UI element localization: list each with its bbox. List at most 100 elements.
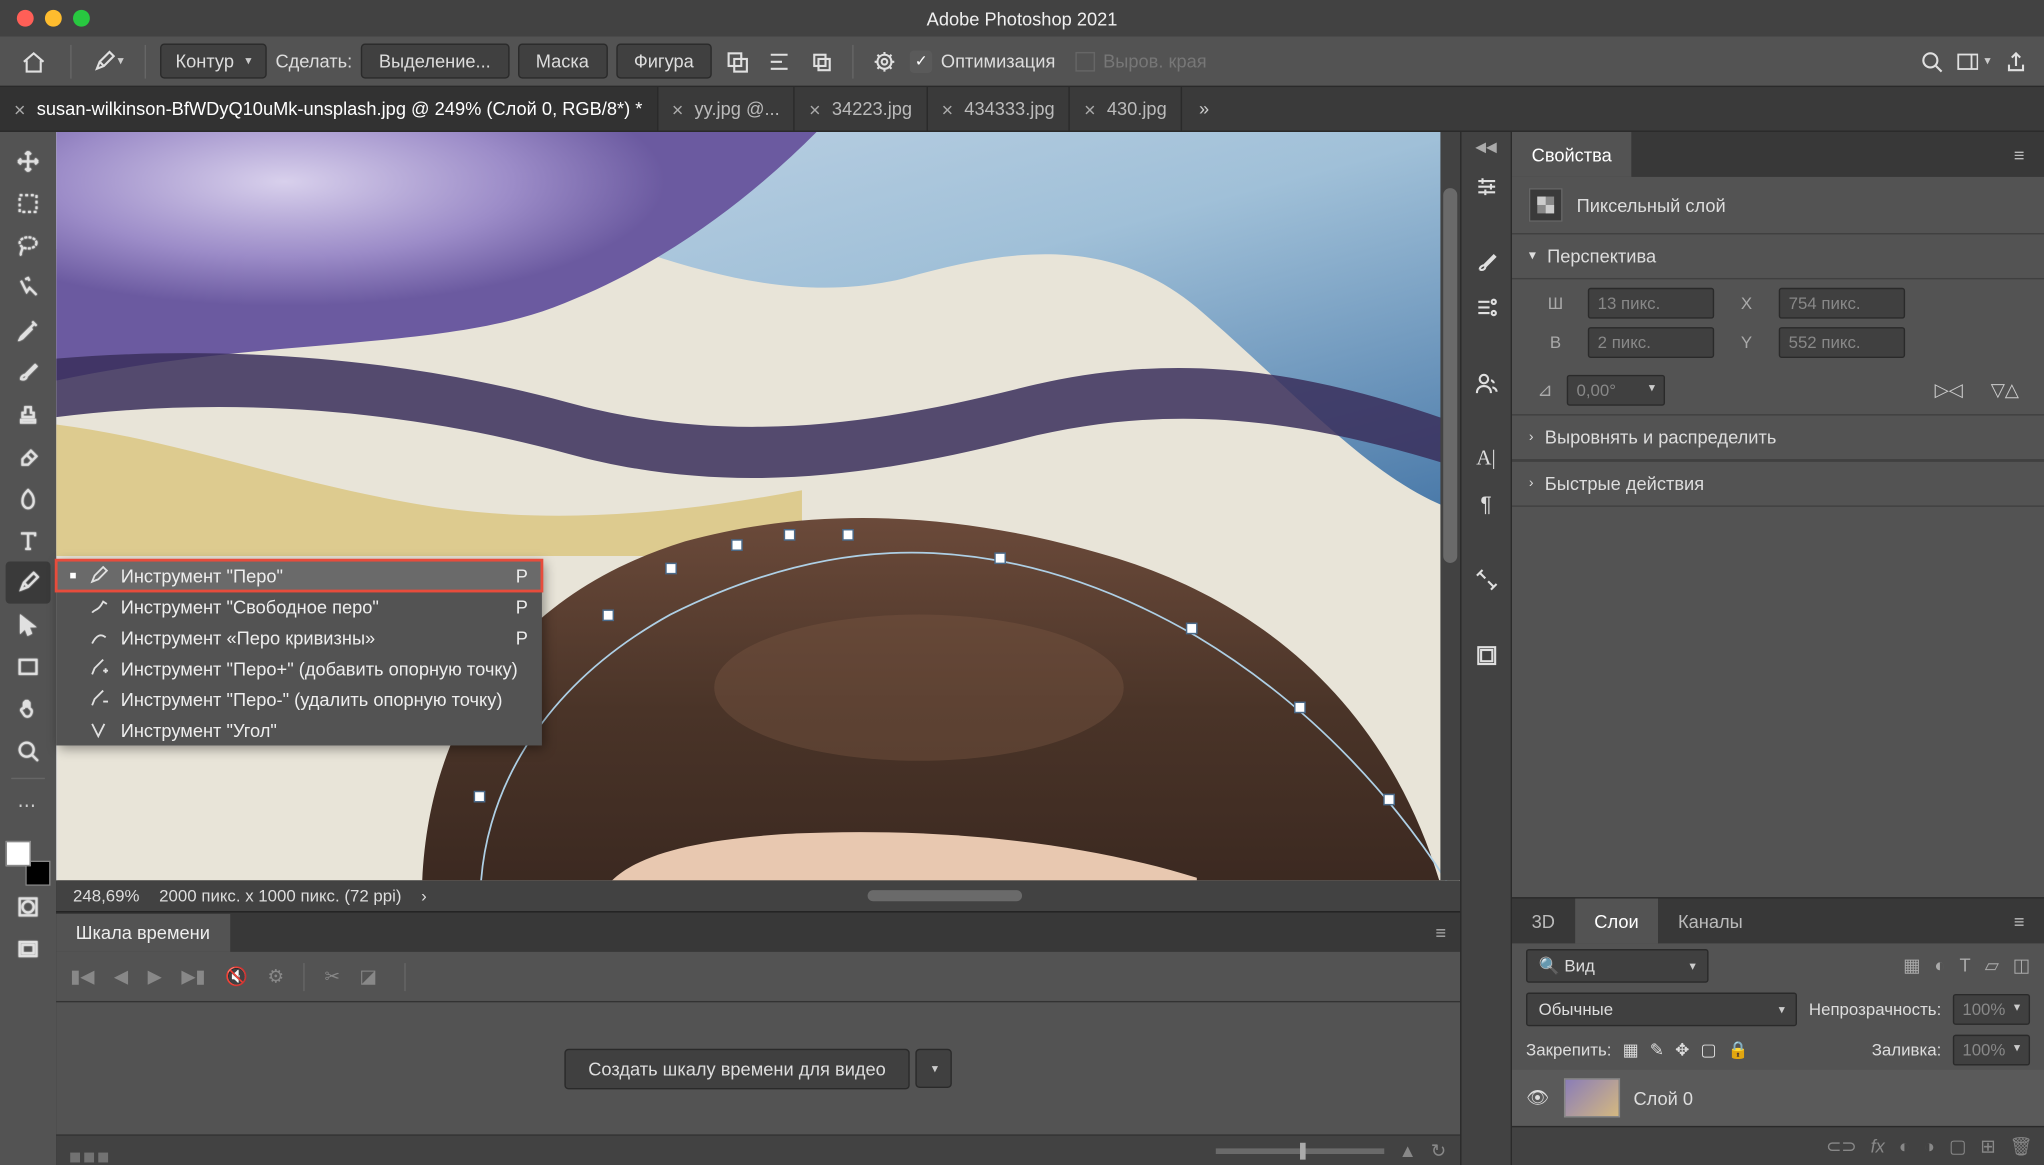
link-layers-icon[interactable]: ⊂⊃ xyxy=(1826,1135,1857,1157)
lock-pixels-icon[interactable]: ▦ xyxy=(1623,1040,1639,1060)
filter-smart-icon[interactable]: ◫ xyxy=(2013,955,2030,977)
workspace-icon[interactable]: ▾ xyxy=(1957,44,1991,78)
character-icon[interactable]: A| xyxy=(1466,439,1505,478)
optimize-checkbox[interactable]: ✓ xyxy=(910,50,932,72)
y-field[interactable]: 552 пикс. xyxy=(1779,327,1905,358)
selection-button[interactable]: Выделение... xyxy=(361,44,509,79)
paragraph-icon[interactable]: ¶ xyxy=(1466,484,1505,523)
stamp-tool[interactable] xyxy=(6,393,51,435)
group-icon[interactable]: ▢ xyxy=(1949,1135,1966,1157)
height-field[interactable]: 2 пикс. xyxy=(1588,327,1714,358)
blend-mode-dropdown[interactable]: Обычные▾ xyxy=(1526,993,1798,1027)
collapse-icon[interactable]: ◀◀ xyxy=(1473,140,1498,155)
close-icon[interactable]: × xyxy=(14,98,25,120)
play-icon[interactable]: ▶ xyxy=(148,965,162,987)
lasso-tool[interactable] xyxy=(6,225,51,267)
maximize-window-icon[interactable] xyxy=(73,10,90,27)
mask-button[interactable]: Маска xyxy=(517,44,607,79)
audio-icon[interactable]: 🔇 xyxy=(225,965,248,987)
home-icon[interactable] xyxy=(11,41,56,80)
horizontal-scrollbar[interactable] xyxy=(868,890,1022,901)
next-frame-icon[interactable]: ▶▮ xyxy=(181,965,205,987)
eyedropper-tool[interactable] xyxy=(6,309,51,351)
opacity-field[interactable]: 100%▾ xyxy=(1952,994,2030,1025)
tab-document-0[interactable]: × susan-wilkinson-BfWDyQ10uMk-unsplash.j… xyxy=(0,87,658,131)
lock-brush-icon[interactable]: ✎ xyxy=(1650,1040,1664,1060)
tab-3d[interactable]: 3D xyxy=(1512,898,1575,943)
tab-channels[interactable]: Каналы xyxy=(1658,898,1762,943)
close-window-icon[interactable] xyxy=(17,10,34,27)
flyout-item-curvature-pen[interactable]: Инструмент «Перо кривизны» P xyxy=(56,622,542,653)
tools-icon[interactable] xyxy=(1466,560,1505,599)
tab-layers[interactable]: Слои xyxy=(1575,898,1659,943)
share-icon[interactable] xyxy=(1999,44,2033,78)
tab-document-3[interactable]: × 434333.jpg xyxy=(928,87,1071,131)
edit-toolbar-icon[interactable]: ⋯ xyxy=(6,785,51,827)
color-swatches[interactable] xyxy=(6,841,51,886)
new-layer-icon[interactable]: ⊞ xyxy=(1980,1135,1995,1157)
quick-selection-tool[interactable] xyxy=(6,267,51,309)
move-tool[interactable] xyxy=(6,140,51,182)
align-edge-checkbox[interactable] xyxy=(1075,51,1095,71)
brush-tool[interactable] xyxy=(6,351,51,393)
type-tool[interactable] xyxy=(6,519,51,561)
x-field[interactable]: 754 пикс. xyxy=(1779,288,1905,319)
hand-tool[interactable] xyxy=(6,688,51,730)
align-section[interactable]: › Выровнять и распределить xyxy=(1512,414,2044,460)
zoom-tool[interactable] xyxy=(6,730,51,772)
settings-icon[interactable]: ⚙ xyxy=(267,965,283,987)
mode-dropdown[interactable]: Контур ▾ xyxy=(160,44,267,79)
tabs-overflow-icon[interactable]: » xyxy=(1182,87,1226,131)
close-icon[interactable]: × xyxy=(809,98,820,120)
doc-info[interactable]: 2000 пикс. x 1000 пикс. (72 ppi) xyxy=(159,886,401,906)
close-icon[interactable]: × xyxy=(942,98,953,120)
path-operations-icon[interactable] xyxy=(720,44,754,78)
flyout-item-freeform-pen[interactable]: Инструмент "Свободное перо" P xyxy=(56,591,542,622)
shape-button[interactable]: Фигура xyxy=(616,44,712,79)
layer-thumbnail[interactable] xyxy=(1563,1078,1619,1117)
path-selection-tool[interactable] xyxy=(6,604,51,646)
pen-tool[interactable] xyxy=(6,562,51,604)
path-arrangement-icon[interactable] xyxy=(805,44,839,78)
zoom-level[interactable]: 248,69% xyxy=(73,886,140,906)
mask-icon[interactable]: ◐ xyxy=(1899,1136,1910,1157)
timeline-dropdown[interactable]: ▾ xyxy=(915,1049,952,1088)
libraries-icon[interactable] xyxy=(1466,636,1505,675)
filter-adjust-icon[interactable]: ◐ xyxy=(1934,955,1945,977)
layer-name[interactable]: Слой 0 xyxy=(1633,1087,1693,1108)
people-icon[interactable] xyxy=(1466,364,1505,403)
properties-tab[interactable]: Свойства xyxy=(1512,132,1631,177)
eraser-tool[interactable] xyxy=(6,435,51,477)
scissors-icon[interactable]: ✂ xyxy=(325,965,340,987)
rectangle-tool[interactable] xyxy=(6,646,51,688)
filter-type-dropdown[interactable]: 🔍 Вид▾ xyxy=(1526,949,1709,983)
screen-mode-icon[interactable] xyxy=(6,928,51,970)
flyout-item-delete-anchor[interactable]: Инструмент "Перо-" (удалить опорную точк… xyxy=(56,684,542,715)
timeline-tab[interactable]: Шкала времени xyxy=(56,913,229,951)
transition-icon[interactable]: ◪ xyxy=(359,965,376,987)
flyout-item-convert-point[interactable]: Инструмент "Угол" xyxy=(56,715,542,746)
minimize-window-icon[interactable] xyxy=(45,10,62,27)
lock-position-icon[interactable]: ✥ xyxy=(1675,1040,1689,1060)
gear-icon[interactable] xyxy=(868,44,902,78)
adjustment-icon[interactable]: ◑ xyxy=(1924,1136,1935,1157)
tab-document-1[interactable]: × yy.jpg @... xyxy=(658,87,795,131)
visibility-icon[interactable]: 👁 xyxy=(1526,1087,1549,1109)
brush-settings-icon[interactable] xyxy=(1466,288,1505,327)
flip-vertical-icon[interactable]: ▽△ xyxy=(1991,379,2019,401)
filter-shape-icon[interactable]: ▱ xyxy=(1985,955,1999,977)
vertical-scrollbar[interactable] xyxy=(1440,132,1460,880)
chevron-right-icon[interactable]: › xyxy=(421,886,427,906)
delete-icon[interactable]: 🗑 xyxy=(2010,1135,2033,1157)
document-canvas[interactable] xyxy=(56,132,1460,880)
transform-section[interactable]: ▾ Перспектива xyxy=(1512,233,2044,279)
flip-horizontal-icon[interactable]: ▷◁ xyxy=(1935,379,1963,401)
panel-menu-icon[interactable]: ≡ xyxy=(1994,898,2044,943)
tab-document-4[interactable]: × 430.jpg xyxy=(1070,87,1182,131)
width-field[interactable]: 13 пикс. xyxy=(1588,288,1714,319)
tab-document-2[interactable]: × 34223.jpg xyxy=(795,87,927,131)
adjustments-icon[interactable] xyxy=(1466,167,1505,206)
lock-artboard-icon[interactable]: ▢ xyxy=(1701,1040,1717,1060)
layer-row[interactable]: 👁 Слой 0 xyxy=(1512,1070,2044,1126)
filter-type-icon[interactable]: T xyxy=(1959,955,1970,977)
